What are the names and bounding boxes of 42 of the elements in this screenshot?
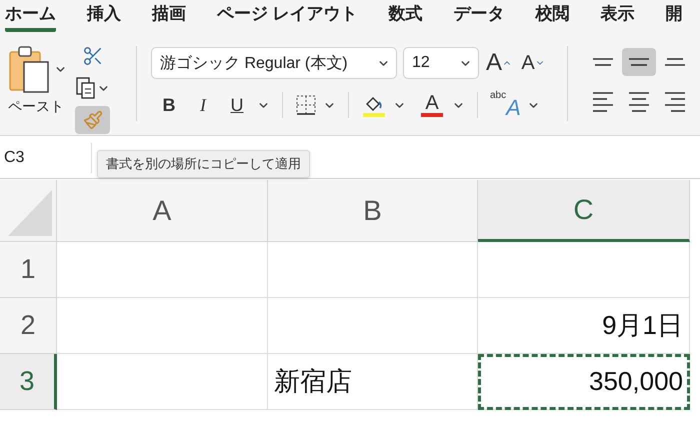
alignment-button[interactable] [622,48,656,76]
font-color-button[interactable]: A [418,91,446,119]
ribbon-tab[interactable]: 開 [666,0,683,32]
row-header[interactable]: 2 [0,298,57,354]
align-right-icon [665,92,685,112]
empty-cell[interactable] [268,298,478,354]
scissors-icon [82,45,104,67]
borders-icon[interactable] [295,94,317,116]
ribbon-tab[interactable]: 挿入 [87,0,121,32]
clipboard-icon[interactable] [8,44,52,94]
grow-font-button[interactable]: A [485,49,513,77]
paintbrush-icon [82,110,102,130]
empty-cell[interactable] [478,242,690,298]
ribbon-tab[interactable]: 数式 [388,0,423,32]
column-header[interactable]: B [268,180,478,242]
underline-button[interactable]: U [223,91,251,119]
ribbon-tab[interactable]: ページ レイアウト [217,0,358,32]
paste-label[interactable]: ペースト [8,98,64,116]
table-cell[interactable]: 350,000 [478,354,690,410]
font-size-dropdown[interactable]: 12 [403,47,479,79]
bold-button[interactable]: B [155,91,183,119]
font-name-dropdown[interactable]: 游ゴシック Regular (本文) [151,47,397,79]
column-header[interactable]: C [478,180,690,242]
italic-button[interactable]: I [189,91,217,119]
table-cell[interactable]: 9月1日 [478,298,690,354]
ribbon-tab[interactable]: データ [454,0,505,32]
empty-cell[interactable] [268,242,478,298]
row-header[interactable]: 3 [0,354,57,410]
align-top-icon [593,58,613,66]
ribbon-tab[interactable]: 表示 [600,0,635,32]
align-middle-icon [629,58,649,66]
align-left-icon [593,92,613,112]
name-box[interactable]: C3 [0,143,92,173]
ribbon-tab[interactable]: 校閲 [536,0,570,32]
ribbon-tab[interactable]: 描画 [152,0,186,32]
table-cell[interactable]: 新宿店 [268,354,478,410]
tooltip: 書式を別の場所にコピーして適用 [97,150,310,178]
row-header[interactable]: 1 [0,242,57,298]
column-header[interactable]: A [57,180,268,242]
align-center-icon [629,92,649,112]
shrink-font-button[interactable]: A [519,49,547,77]
align-bottom-icon [665,58,685,66]
